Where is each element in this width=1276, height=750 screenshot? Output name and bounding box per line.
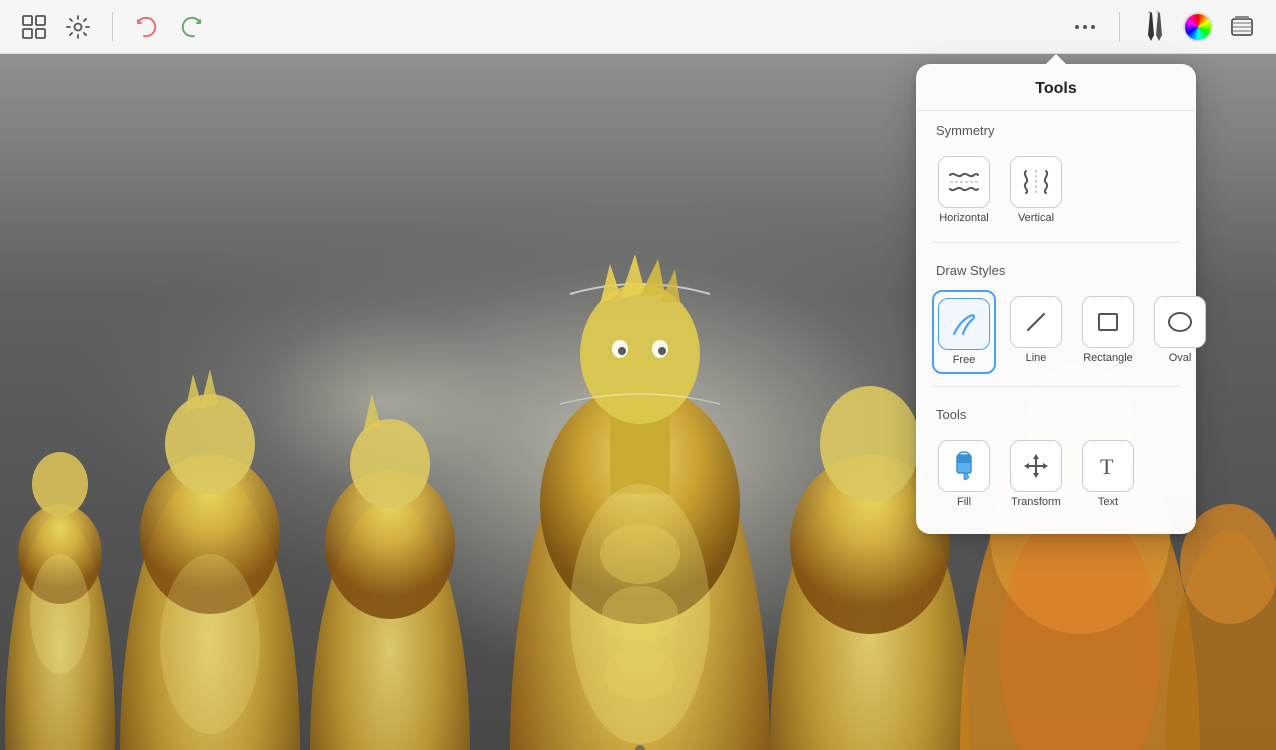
draw-style-oval-label: Oval [1169,352,1192,364]
pen-icon [1138,9,1170,45]
tool-fill-icon-box [938,440,990,492]
draw-style-oval-icon-box [1154,296,1206,348]
tool-fill-icon [947,449,981,483]
layers-button[interactable] [1224,9,1260,45]
draw-style-free-button[interactable]: Free [932,290,996,374]
toolbar [0,0,1276,54]
tool-transform-icon [1020,450,1052,482]
color-button[interactable] [1180,9,1216,45]
tools-popup: Tools Symmetry Horizontal [916,64,1196,534]
draw-style-rectangle-icon [1092,306,1124,338]
tool-text-button[interactable]: T Text [1076,434,1140,514]
draw-style-free-icon [948,308,980,340]
tool-fill-label: Fill [957,496,971,508]
tool-transform-icon-box [1010,440,1062,492]
symmetry-section-label: Symmetry [916,111,1196,146]
draw-style-rectangle-button[interactable]: Rectangle [1076,290,1140,370]
tool-text-label: Text [1098,496,1118,508]
redo-button[interactable] [173,9,209,45]
draw-style-free-icon-box [938,298,990,350]
draw-style-free-label: Free [953,354,976,366]
tool-transform-button[interactable]: Transform [1004,434,1068,514]
tools-row: Fill Transform T [916,430,1196,518]
symmetry-horizontal-label: Horizontal [939,212,989,224]
popup-title: Tools [916,64,1196,111]
symmetry-row: Horizontal Vertical [916,146,1196,234]
svg-text:T: T [1100,454,1114,479]
settings-button[interactable] [60,9,96,45]
symmetry-vertical-label: Vertical [1018,212,1054,224]
divider-2 [932,386,1180,387]
tool-transform-label: Transform [1011,496,1061,508]
more-button[interactable] [1067,9,1103,45]
draw-style-line-icon [1020,306,1052,338]
draw-styles-row: Free Line Rectangle [916,286,1196,378]
draw-style-rectangle-icon-box [1082,296,1134,348]
tool-fill-button[interactable]: Fill [932,434,996,514]
symmetry-horizontal-icon [946,167,982,197]
symmetry-vertical-icon-box [1010,156,1062,208]
toolbar-divider-2 [1119,12,1120,42]
color-wheel-icon [1183,12,1213,42]
draw-style-line-label: Line [1026,352,1047,364]
tool-text-icon-box: T [1082,440,1134,492]
undo-button[interactable] [129,9,165,45]
grid-button[interactable] [16,9,52,45]
divider-1 [932,242,1180,243]
draw-style-rectangle-label: Rectangle [1083,352,1133,364]
draw-styles-section-label: Draw Styles [916,251,1196,286]
draw-style-line-icon-box [1010,296,1062,348]
toolbar-divider-1 [112,12,113,42]
symmetry-vertical-button[interactable]: Vertical [1004,150,1068,230]
draw-style-oval-button[interactable]: Oval [1148,290,1212,370]
symmetry-horizontal-icon-box [938,156,990,208]
brush-button[interactable] [1136,9,1172,45]
symmetry-vertical-icon [1018,167,1054,197]
draw-style-oval-icon [1164,306,1196,338]
draw-style-line-button[interactable]: Line [1004,290,1068,370]
tools-section-label: Tools [916,395,1196,430]
symmetry-horizontal-button[interactable]: Horizontal [932,150,996,230]
tool-text-icon: T [1092,450,1124,482]
